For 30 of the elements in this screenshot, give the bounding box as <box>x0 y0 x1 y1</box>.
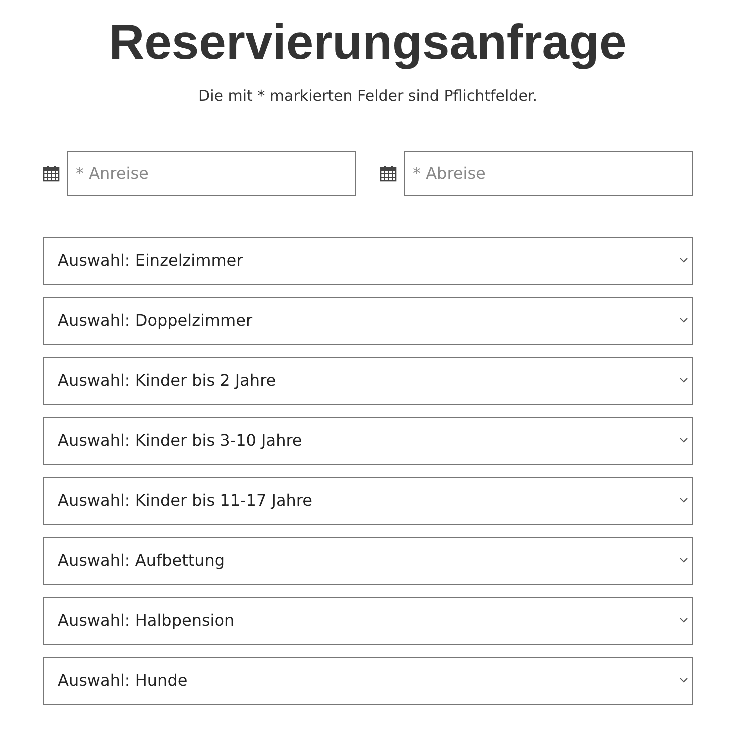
form-title: Reservierungsanfrage <box>108 15 628 72</box>
calendar-icon <box>380 164 397 182</box>
select-value: Auswahl: Doppelzimmer <box>58 310 253 332</box>
select-field[interactable]: Auswahl: Kinder bis 3-10 Jahre <box>43 416 693 464</box>
select-value: Auswahl: Einzelzimmer <box>58 250 244 272</box>
chevron-down-icon <box>680 318 688 323</box>
select-value: Auswahl: Hunde <box>58 670 188 692</box>
select-field[interactable]: Auswahl: Aufbettung <box>43 536 693 584</box>
select-value: Auswahl: Halbpension <box>58 610 235 632</box>
select-field[interactable]: Auswahl: Kinder bis 2 Jahre <box>43 356 693 404</box>
select-value: Auswahl: Kinder bis 2 Jahre <box>58 370 276 392</box>
required-note: Die mit * markierten Felder sind Pflichtfelder. <box>198 86 538 107</box>
calendar-icon <box>43 164 60 182</box>
chevron-down-icon <box>680 678 688 683</box>
select-field[interactable]: Auswahl: Hunde <box>43 656 693 704</box>
chevron-down-icon <box>680 258 688 263</box>
chevron-down-icon <box>680 558 688 563</box>
date-field[interactable]: * Abreise <box>404 150 693 196</box>
select-value: Auswahl: Aufbettung <box>58 550 226 572</box>
chevron-down-icon <box>680 498 688 503</box>
select-value: Auswahl: Kinder bis 3-10 Jahre <box>58 430 302 452</box>
chevron-down-icon <box>680 378 688 383</box>
select-field[interactable]: Auswahl: Einzelzimmer <box>43 236 693 284</box>
select-field[interactable]: Auswahl: Doppelzimmer <box>43 296 693 344</box>
chevron-down-icon <box>680 618 688 623</box>
select-field[interactable]: Auswahl: Kinder bis 11-17 Jahre <box>43 476 693 524</box>
select-field[interactable]: Auswahl: Halbpension <box>43 596 693 644</box>
select-value: Auswahl: Kinder bis 11-17 Jahre <box>58 490 312 512</box>
date-field[interactable]: * Anreise <box>67 150 356 196</box>
chevron-down-icon <box>680 438 688 443</box>
